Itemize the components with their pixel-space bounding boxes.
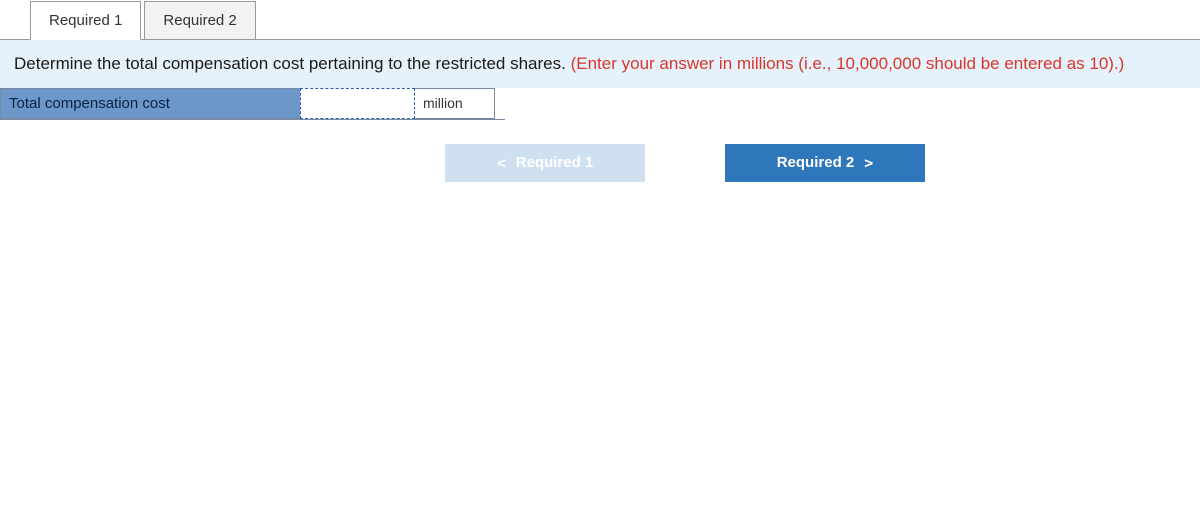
prev-button[interactable]: < Required 1	[445, 144, 645, 182]
answer-input-cell	[300, 88, 415, 119]
chevron-left-icon: <	[497, 154, 506, 172]
instructions-main: Determine the total compensation cost pe…	[14, 54, 566, 73]
prev-button-label: Required 1	[516, 154, 594, 171]
answer-row: Total compensation cost million	[0, 88, 505, 120]
tab-required-1[interactable]: Required 1	[30, 1, 141, 40]
instructions: Determine the total compensation cost pe…	[0, 40, 1200, 88]
answer-label: Total compensation cost	[0, 88, 300, 119]
tab-bar: Required 1 Required 2	[30, 1, 1200, 40]
nav-buttons: < Required 1 Required 2 >	[0, 144, 1200, 182]
chevron-right-icon: >	[864, 154, 873, 172]
total-compensation-input[interactable]	[303, 91, 412, 116]
tab-required-2[interactable]: Required 2	[144, 1, 255, 40]
next-button-label: Required 2	[777, 154, 855, 171]
tab-label: Required 1	[49, 12, 122, 29]
question-panel: Determine the total compensation cost pe…	[0, 39, 1200, 182]
instructions-hint: (Enter your answer in millions (i.e., 10…	[571, 54, 1125, 73]
answer-unit: million	[415, 88, 495, 119]
next-button[interactable]: Required 2 >	[725, 144, 925, 182]
tab-label: Required 2	[163, 12, 236, 29]
